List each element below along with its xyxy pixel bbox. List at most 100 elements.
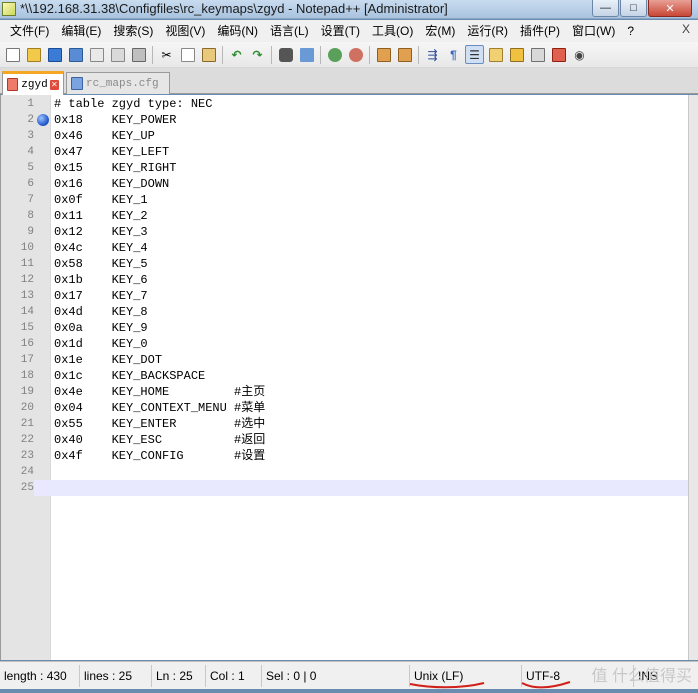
line-text: 0x47 KEY_LEFT xyxy=(54,145,170,159)
tab-zgyd[interactable]: zgyd ✕ xyxy=(2,71,64,95)
undo-icon[interactable]: ↶ xyxy=(227,45,246,64)
function-list-icon[interactable] xyxy=(507,45,526,64)
menu-file[interactable]: 文件(F) xyxy=(4,21,55,41)
close-all-icon[interactable] xyxy=(108,45,127,64)
menu-search[interactable]: 搜索(S) xyxy=(107,21,159,41)
line-number: 8 xyxy=(27,210,34,222)
close-button[interactable]: ✕ xyxy=(648,0,692,17)
line-number: 22 xyxy=(20,434,34,446)
menu-edit[interactable]: 编辑(E) xyxy=(55,21,107,41)
line-text: 0x4f KEY_CONFIG #设置 xyxy=(54,449,266,463)
code-line[interactable]: 10 0x4c KEY_4 xyxy=(1,240,689,256)
save-all-icon[interactable] xyxy=(66,45,85,64)
tab-label: rc_maps.cfg xyxy=(86,77,159,90)
line-text: 0x4d KEY_8 xyxy=(54,305,148,319)
code-line[interactable]: 14 0x4d KEY_8 xyxy=(1,304,689,320)
line-text: 0x1e KEY_DOT xyxy=(54,353,163,367)
replace-icon[interactable] xyxy=(297,45,316,64)
line-number: 10 xyxy=(20,242,34,254)
status-eol-format[interactable]: Unix (LF) xyxy=(410,664,522,687)
menu-help[interactable]: ? xyxy=(621,21,640,41)
code-line[interactable]: 3 0x46 KEY_UP xyxy=(1,128,689,144)
menu-view[interactable]: 视图(V) xyxy=(159,21,211,41)
editor-area[interactable]: 1 # table zgyd type: NEC 2 0x18 KEY_POWER 3 0… xyxy=(0,95,689,660)
redo-icon[interactable]: ↷ xyxy=(248,45,267,64)
code-line[interactable]: 21 0x55 KEY_ENTER #选中 xyxy=(1,416,689,432)
code-line[interactable]: 24 xyxy=(1,464,689,480)
code-line[interactable]: 8 0x11 KEY_2 xyxy=(1,208,689,224)
status-ln: Ln : 25 xyxy=(152,664,206,687)
paste-icon[interactable] xyxy=(199,45,218,64)
code-line[interactable]: 17 0x1e KEY_DOT xyxy=(1,352,689,368)
folder-workspace-icon[interactable] xyxy=(528,45,547,64)
code-line[interactable]: 5 0x15 KEY_RIGHT xyxy=(1,160,689,176)
line-number: 1 xyxy=(27,98,34,110)
open-file-icon[interactable] xyxy=(24,45,43,64)
line-number: 20 xyxy=(20,402,34,414)
status-col: Col : 1 xyxy=(206,664,262,687)
menu-language[interactable]: 语言(L) xyxy=(264,21,315,41)
code-line[interactable]: 18 0x1c KEY_BACKSPACE xyxy=(1,368,689,384)
unsaved-file-icon xyxy=(7,78,19,91)
code-line[interactable]: 6 0x16 KEY_DOWN xyxy=(1,176,689,192)
menu-settings[interactable]: 设置(T) xyxy=(315,21,366,41)
code-line[interactable]: 1 # table zgyd type: NEC xyxy=(1,96,689,112)
show-all-chars-icon[interactable]: ¶ xyxy=(444,45,463,64)
cut-icon[interactable]: ✂ xyxy=(157,45,176,64)
line-text: 0x04 KEY_CONTEXT_MENU #菜单 xyxy=(54,401,266,415)
find-icon[interactable] xyxy=(276,45,295,64)
code-line[interactable]: 2 0x18 KEY_POWER xyxy=(1,112,689,128)
line-text: 0x0f KEY_1 xyxy=(54,193,148,207)
close-document-icon[interactable]: X xyxy=(682,22,690,36)
tab-close-icon[interactable]: ✕ xyxy=(49,79,59,90)
save-icon[interactable] xyxy=(45,45,64,64)
minimize-button[interactable]: — xyxy=(592,0,619,17)
menu-encoding[interactable]: 编码(N) xyxy=(211,21,264,41)
toolbar-separator xyxy=(152,45,153,64)
code-line[interactable]: 23 0x4f KEY_CONFIG #设置 xyxy=(1,448,689,464)
line-number: 15 xyxy=(20,322,34,334)
status-selection: Sel : 0 | 0 xyxy=(262,664,410,687)
vertical-scrollbar[interactable] xyxy=(688,95,698,660)
code-line[interactable]: 15 0x0a KEY_9 xyxy=(1,320,689,336)
code-line[interactable]: 16 0x1d KEY_0 xyxy=(1,336,689,352)
saved-file-icon xyxy=(71,77,83,90)
macro-record-icon[interactable]: ◉ xyxy=(570,45,589,64)
code-line[interactable]: 4 0x47 KEY_LEFT xyxy=(1,144,689,160)
menu-window[interactable]: 窗口(W) xyxy=(566,21,621,41)
doc-map-icon[interactable] xyxy=(486,45,505,64)
code-line[interactable]: 22 0x40 KEY_ESC #返回 xyxy=(1,432,689,448)
code-line[interactable]: 12 0x1b KEY_6 xyxy=(1,272,689,288)
line-text: 0x12 KEY_3 xyxy=(54,225,148,239)
tab-rc-maps-cfg[interactable]: rc_maps.cfg xyxy=(66,72,170,94)
zoom-out-icon[interactable] xyxy=(346,45,365,64)
code-line[interactable]: 13 0x17 KEY_7 xyxy=(1,288,689,304)
code-line[interactable]: 11 0x58 KEY_5 xyxy=(1,256,689,272)
code-line[interactable]: 9 0x12 KEY_3 xyxy=(1,224,689,240)
menu-tools[interactable]: 工具(O) xyxy=(366,21,419,41)
sync-vertical-icon[interactable] xyxy=(374,45,393,64)
word-wrap-icon[interactable]: ⇶ xyxy=(423,45,442,64)
indent-guide-icon[interactable]: ☰ xyxy=(465,45,484,64)
bookmark-icon[interactable] xyxy=(37,114,49,126)
new-file-icon[interactable] xyxy=(3,45,22,64)
maximize-button[interactable]: □ xyxy=(620,0,647,17)
menu-run[interactable]: 运行(R) xyxy=(461,21,514,41)
code-line[interactable]: 7 0x0f KEY_1 xyxy=(1,192,689,208)
code-line[interactable]: 19 0x4e KEY_HOME #主页 xyxy=(1,384,689,400)
monitoring-icon[interactable] xyxy=(549,45,568,64)
menu-macro[interactable]: 宏(M) xyxy=(419,21,461,41)
tab-bar: zgyd ✕ rc_maps.cfg xyxy=(0,68,698,95)
code-line[interactable]: 20 0x04 KEY_CONTEXT_MENU #菜单 xyxy=(1,400,689,416)
close-icon[interactable] xyxy=(87,45,106,64)
zoom-in-icon[interactable] xyxy=(325,45,344,64)
line-number: 6 xyxy=(27,178,34,190)
sync-horizontal-icon[interactable] xyxy=(395,45,414,64)
line-text: 0x1c KEY_BACKSPACE xyxy=(54,369,206,383)
copy-icon[interactable] xyxy=(178,45,197,64)
code-line[interactable]: 25 xyxy=(1,480,689,496)
line-text: 0x4e KEY_HOME #主页 xyxy=(54,385,266,399)
line-number: 14 xyxy=(20,306,34,318)
menu-plugins[interactable]: 插件(P) xyxy=(514,21,566,41)
print-icon[interactable] xyxy=(129,45,148,64)
